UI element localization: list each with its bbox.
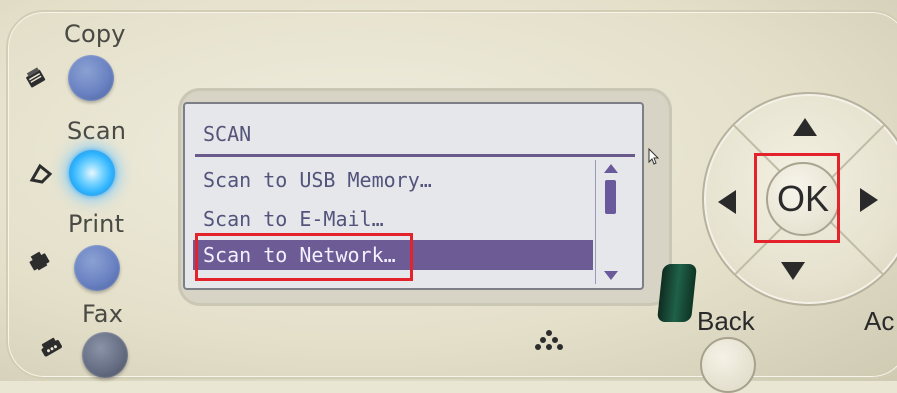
- print-icon: [29, 251, 50, 271]
- copy-icon: [26, 67, 46, 88]
- menu-item-scan-to-email[interactable]: Scan to E-Mail…: [203, 207, 593, 231]
- fax-label: Fax: [82, 300, 124, 328]
- ok-button-highlight: [754, 153, 840, 243]
- printer-control-panel: Copy Scan Print Fax SCAN Scan to USB Mem…: [0, 0, 897, 393]
- partial-label: Ac: [864, 306, 895, 336]
- lcd-title: SCAN: [203, 122, 252, 146]
- status-led: [656, 264, 698, 322]
- fax-button[interactable]: [82, 332, 128, 378]
- up-arrow-icon[interactable]: [793, 118, 817, 136]
- left-arrow-icon[interactable]: [718, 190, 736, 214]
- back-label: Back: [697, 306, 755, 336]
- lcd-title-divider: [195, 154, 635, 157]
- right-arrow-icon[interactable]: [860, 188, 878, 212]
- print-label: Print: [68, 210, 125, 238]
- scan-button[interactable]: [69, 150, 115, 196]
- mouse-pointer-icon: [648, 148, 660, 165]
- scroll-thumb[interactable]: [605, 180, 616, 214]
- back-button[interactable]: [700, 337, 756, 393]
- scroll-up-icon[interactable]: [604, 164, 618, 173]
- selected-item-highlight: [195, 233, 413, 281]
- lcd-scrollbar[interactable]: [595, 160, 620, 284]
- brand-logo-icon: [535, 330, 563, 350]
- scan-icon: [29, 163, 53, 184]
- fax-icon: [41, 337, 62, 357]
- down-arrow-icon[interactable]: [781, 262, 805, 280]
- scroll-down-icon[interactable]: [604, 271, 618, 280]
- menu-item-scan-to-usb[interactable]: Scan to USB Memory…: [203, 168, 593, 192]
- copy-button[interactable]: [68, 55, 114, 101]
- print-button[interactable]: [74, 245, 120, 291]
- scan-label: Scan: [67, 117, 127, 145]
- copy-label: Copy: [64, 20, 126, 48]
